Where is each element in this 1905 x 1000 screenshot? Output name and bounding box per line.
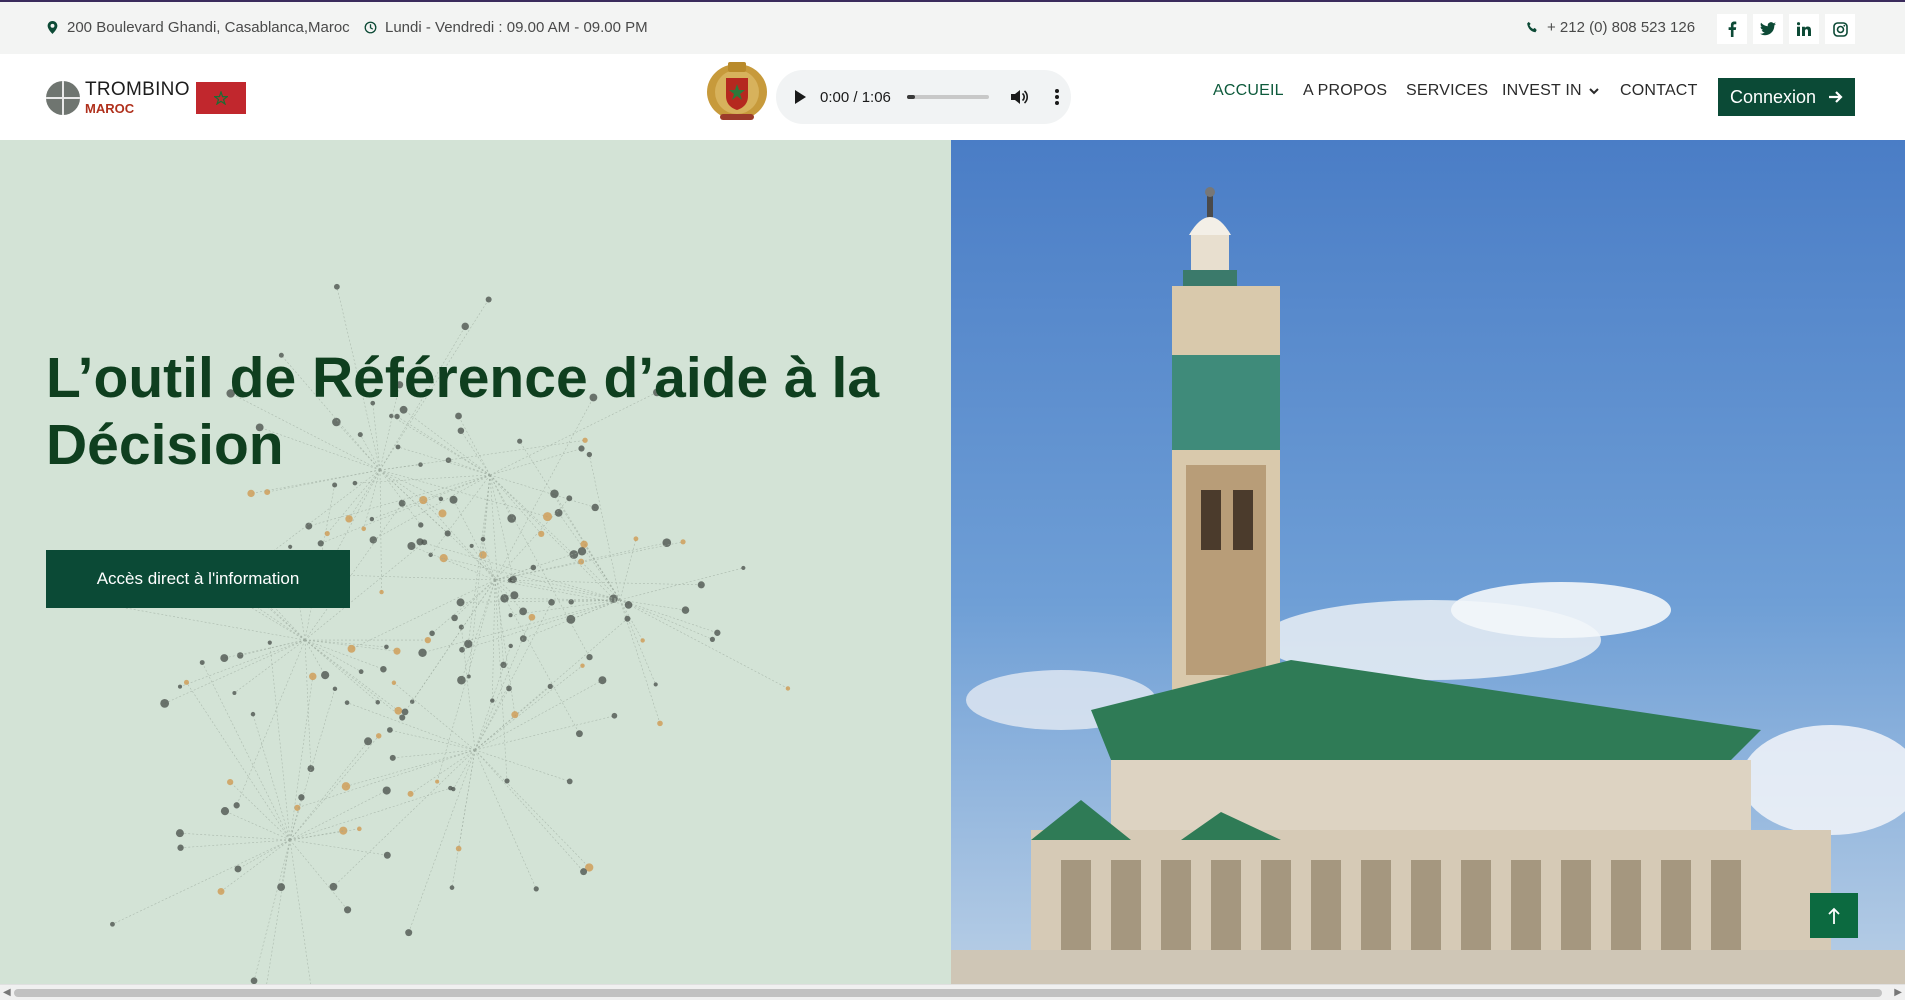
phone-text[interactable]: + 212 (0) 808 523 126 [1547, 19, 1695, 36]
trombino-logo-icon [46, 80, 80, 115]
hours-text: Lundi - Vendredi : 09.00 AM - 09.00 PM [385, 19, 648, 36]
audio-time: 0:00 / 1:06 [820, 88, 891, 106]
scroll-to-top-button[interactable] [1810, 893, 1858, 938]
arrow-right-icon [1829, 91, 1843, 103]
royal-emblem-icon [707, 62, 767, 120]
scrollbar-thumb[interactable] [14, 989, 1882, 997]
address-info: 200 Boulevard Ghandi, Casablanca,Maroc [46, 19, 350, 36]
connexion-label: Connexion [1729, 86, 1817, 107]
social-links [1717, 14, 1855, 44]
phone-info[interactable]: + 212 (0) 808 523 126 [1526, 19, 1695, 36]
hassan-ii-mosque-image [951, 140, 1905, 984]
address-text: 200 Boulevard Ghandi, Casablanca,Maroc [67, 19, 350, 36]
nav-item-invest-in[interactable]: INVEST IN [1502, 82, 1599, 100]
site-logo[interactable]: TROMBINO MAROC [46, 80, 246, 115]
phone-icon [1527, 21, 1537, 33]
instagram-icon [1832, 21, 1848, 37]
scroll-left-arrow-icon[interactable]: ◀ [3, 987, 11, 998]
twitter-link[interactable] [1753, 14, 1783, 44]
hero-headline-line-2: Décision [46, 413, 284, 477]
linkedin-link[interactable] [1789, 14, 1819, 44]
clock-icon [364, 21, 377, 34]
morocco-flag-icon [195, 81, 246, 114]
hours-info: Lundi - Vendredi : 09.00 AM - 09.00 PM [364, 19, 648, 36]
nav-item-contact[interactable]: CONTACT [1620, 82, 1698, 100]
access-information-button[interactable]: Accès direct à l'information [46, 550, 350, 608]
logo-subtitle: MAROC [85, 101, 135, 116]
play-icon[interactable] [794, 90, 806, 104]
connexion-button[interactable]: Connexion [1718, 78, 1855, 116]
facebook-link[interactable] [1717, 14, 1747, 44]
nav-item-services[interactable]: SERVICES [1406, 82, 1488, 100]
twitter-icon [1760, 22, 1776, 36]
arrow-up-icon [1828, 907, 1840, 924]
top-info-bar: 200 Boulevard Ghandi, Casablanca,Maroc L… [0, 0, 1905, 54]
horizontal-scrollbar[interactable]: ◀ ▶ [0, 984, 1905, 1000]
map-pin-icon [47, 21, 58, 34]
logo-title: TROMBINO [85, 79, 190, 100]
instagram-link[interactable] [1825, 14, 1855, 44]
nav-item-accueil[interactable]: ACCUEIL [1213, 82, 1284, 100]
nav-item-a-propos[interactable]: A PROPOS [1303, 82, 1387, 100]
volume-icon[interactable] [1010, 89, 1029, 105]
linkedin-icon [1797, 22, 1811, 36]
nav-item-invest-in-label: INVEST IN [1502, 82, 1582, 99]
hero-headline: L’outil de Référence d’aide à la Décisio… [46, 345, 926, 479]
chevron-down-icon [1589, 87, 1599, 94]
audio-player: 0:00 / 1:06 [776, 70, 1071, 124]
hero-headline-line-1: L’outil de Référence d’aide à la [46, 346, 880, 410]
scroll-right-arrow-icon[interactable]: ▶ [1894, 987, 1902, 998]
audio-seek-slider[interactable] [906, 95, 989, 99]
more-options-icon[interactable] [1054, 89, 1059, 105]
facebook-icon [1728, 21, 1737, 37]
